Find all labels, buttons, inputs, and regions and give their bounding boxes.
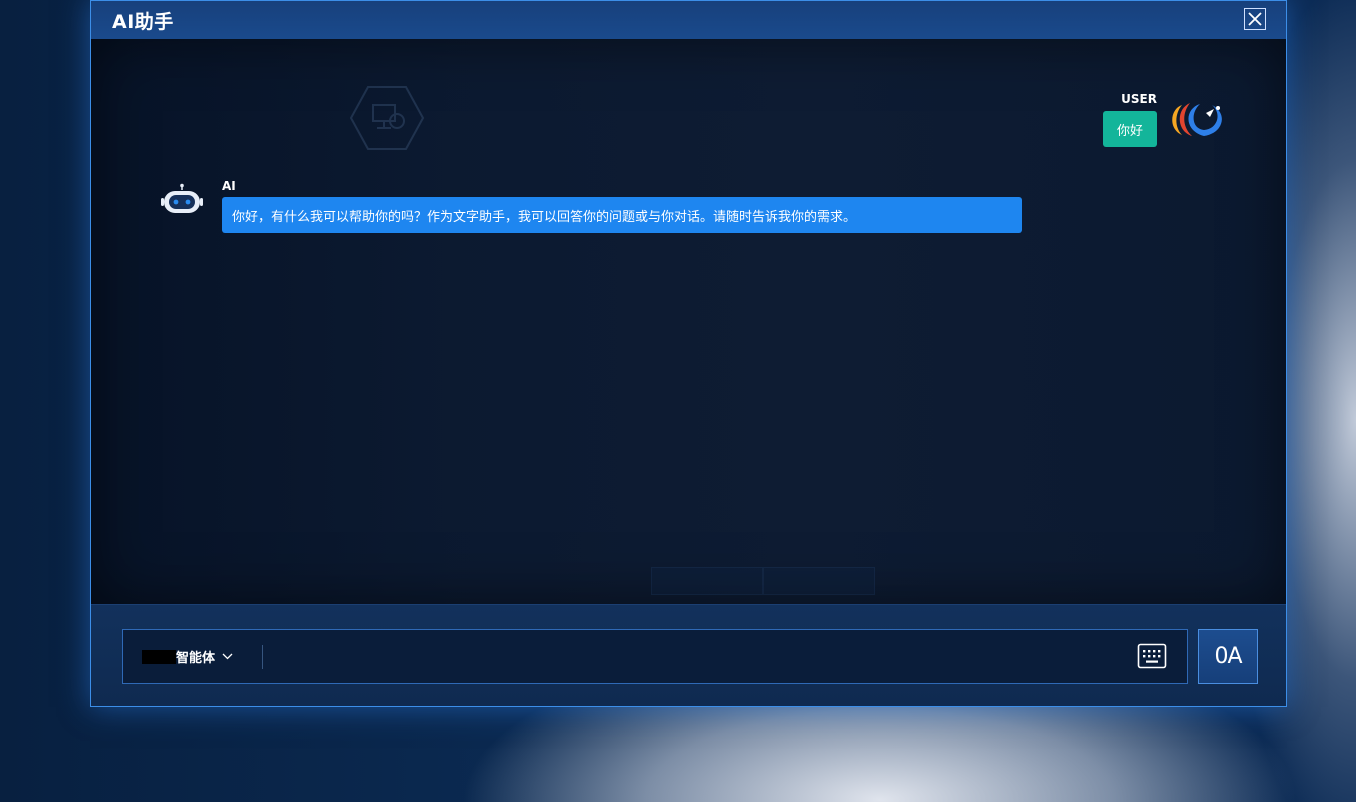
ai-message-bubble: 你好，有什么我可以帮助你的吗？作为文字助手，我可以回答你的问题或与你对话。请随时… bbox=[222, 197, 1022, 233]
user-message-bubble: 你好 bbox=[1102, 111, 1157, 147]
dialog-title: AI助手 bbox=[112, 11, 174, 33]
input-divider bbox=[262, 645, 263, 669]
faded-button-left bbox=[651, 567, 763, 595]
keyboard-icon[interactable] bbox=[1137, 643, 1167, 669]
agent-select-dropdown[interactable]: 智能体 bbox=[142, 630, 233, 683]
robot-avatar-icon bbox=[161, 183, 203, 213]
dialog-titlebar: AI助手 bbox=[91, 1, 1286, 40]
chat-input-box: 智能体 bbox=[122, 629, 1188, 684]
user-logo-avatar-icon bbox=[1172, 103, 1222, 136]
message-input[interactable] bbox=[273, 638, 1127, 677]
chat-message-area[interactable]: USER 你好 AI 你好，有什么我可以帮助你的吗？作为文字助手，我可以回答你的… bbox=[91, 39, 1286, 604]
send-icon-text: 0A bbox=[1214, 644, 1242, 669]
ai-assistant-dialog: AI助手 USER 你好 AI 你好，有什么我可以帮助你的吗？作为文字助手，我可… bbox=[90, 0, 1287, 707]
ai-name-label: AI bbox=[222, 179, 236, 193]
close-button[interactable] bbox=[1244, 8, 1266, 30]
chat-input-panel: 智能体 0A bbox=[91, 604, 1286, 706]
monitor-hexagon-icon bbox=[349, 86, 425, 150]
agent-select-label: 智能体 bbox=[176, 651, 216, 666]
chevron-down-icon bbox=[222, 653, 233, 660]
send-button[interactable]: 0A bbox=[1198, 629, 1258, 684]
redacted-agent-name bbox=[142, 649, 176, 664]
faded-background-buttons bbox=[651, 567, 875, 595]
close-icon bbox=[1248, 12, 1262, 26]
user-name-label: USER bbox=[1121, 92, 1157, 106]
faded-button-right bbox=[763, 567, 875, 595]
